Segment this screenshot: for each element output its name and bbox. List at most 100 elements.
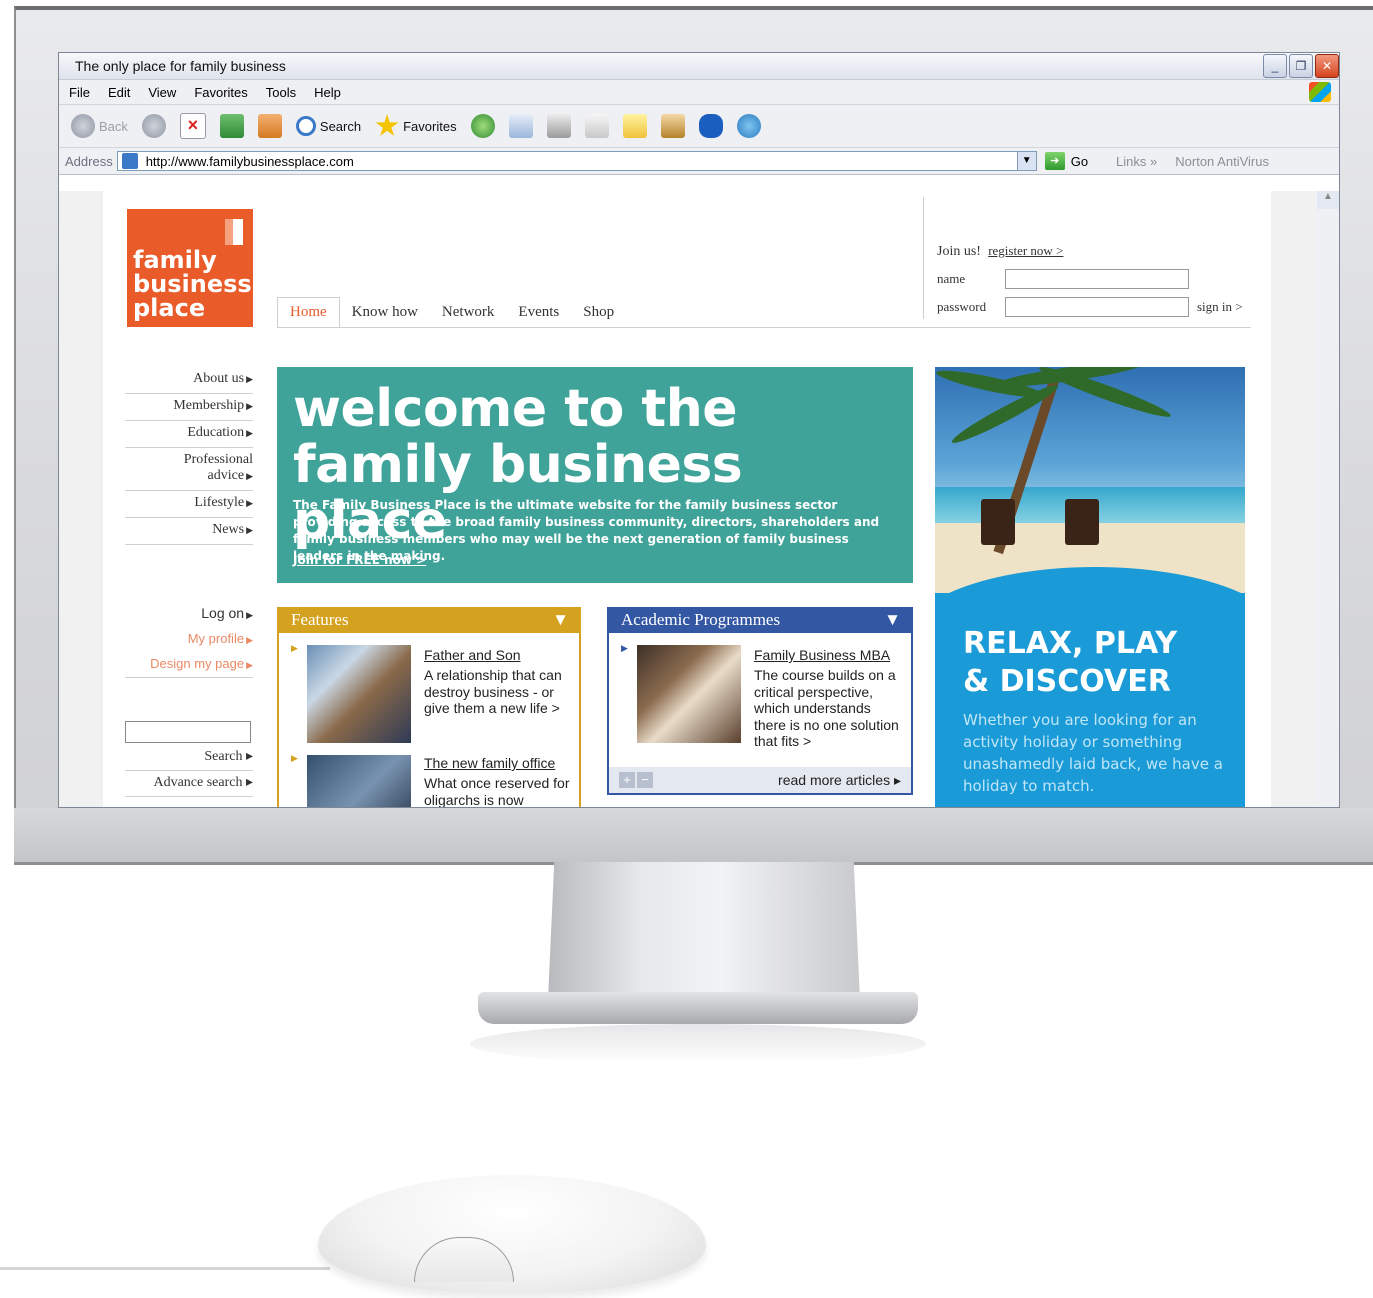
logo-word-business: business <box>133 270 252 298</box>
close-button[interactable]: ✕ <box>1315 54 1339 78</box>
signin-link[interactable]: sign in > <box>1197 299 1243 315</box>
logon-label: Log on <box>201 605 245 621</box>
logo-word-place: place <box>133 294 206 322</box>
logon-link[interactable]: Log on ▶ <box>125 601 253 627</box>
ad-description: Whether you are looking for an activity … <box>963 711 1223 795</box>
menu-bar: File Edit View Favorites Tools Help <box>59 80 1339 105</box>
back-button[interactable]: Back <box>71 114 128 138</box>
menu-view[interactable]: View <box>148 85 176 100</box>
favorites-star-icon <box>375 114 399 136</box>
search-button[interactable]: Search <box>295 116 362 136</box>
menu-help[interactable]: Help <box>314 85 341 100</box>
scroll-up-icon[interactable]: ▲ <box>1317 191 1339 209</box>
sidebar-item-education[interactable]: Education ▶ <box>125 421 253 448</box>
forward-button[interactable] <box>141 114 166 138</box>
bluetooth-button[interactable] <box>698 114 723 138</box>
go-button[interactable]: ➜ Go <box>1044 152 1088 170</box>
site-search-input[interactable] <box>125 721 251 743</box>
search-link[interactable]: Search ▸ <box>125 745 253 771</box>
name-input[interactable] <box>1005 269 1189 289</box>
refresh-button[interactable] <box>219 114 244 138</box>
minus-icon[interactable]: − <box>637 772 653 788</box>
nav-home[interactable]: Home <box>277 297 340 327</box>
arrow-right-icon: ▶ <box>246 498 253 508</box>
mouse-cable <box>0 1267 330 1270</box>
my-profile-link[interactable]: My profile ▶ <box>125 627 253 652</box>
collapse-triangle-icon[interactable]: ▼ <box>552 610 569 630</box>
menu-file[interactable]: File <box>69 85 90 100</box>
arrow-right-icon: ▶ <box>246 401 253 411</box>
favorites-button[interactable]: Favorites <box>375 114 457 138</box>
holiday-ad[interactable]: RELAX, PLAY & DISCOVER Whether you are l… <box>935 367 1245 807</box>
bullet-icon: ▶ <box>291 643 298 653</box>
article-title-family-office[interactable]: The new family office <box>424 755 555 771</box>
advanced-search-link[interactable]: Advance search ▸ <box>125 771 253 797</box>
sidebar-item-news[interactable]: News ▶ <box>125 518 253 545</box>
history-button[interactable] <box>470 114 495 138</box>
site-logo[interactable]: family business place <box>127 209 253 327</box>
back-icon <box>71 114 95 138</box>
edit-button[interactable] <box>584 114 609 138</box>
scrollbar[interactable]: ▲ <box>1317 191 1339 807</box>
sidebar-item-label: advice <box>207 468 245 483</box>
search-label: Search <box>319 118 362 134</box>
menu-favorites[interactable]: Favorites <box>194 85 247 100</box>
mail-button[interactable] <box>508 114 533 138</box>
arrow-right-icon: ▶ <box>246 635 253 645</box>
family-mba-image[interactable] <box>637 645 741 743</box>
mail-icon <box>508 114 533 138</box>
join-free-link[interactable]: Join for FREE now > <box>293 553 426 567</box>
stop-button[interactable] <box>179 113 206 139</box>
father-son-image[interactable] <box>307 645 411 743</box>
design-page-link[interactable]: Design my page ▶ <box>125 652 253 678</box>
my-profile-label: My profile <box>187 631 245 646</box>
register-link[interactable]: register now > <box>988 243 1063 258</box>
academic-footer: + − read more articles ▸ <box>609 767 911 793</box>
bullet-icon: ▶ <box>291 753 298 763</box>
forward-icon <box>141 114 166 138</box>
address-dropdown-icon[interactable]: ▼ <box>1016 152 1036 170</box>
read-more-link[interactable]: read more articles ▸ <box>778 772 901 789</box>
menu-tools[interactable]: Tools <box>266 85 296 100</box>
side-menu: About us ▶ Membership ▶ Education ▶ Profess… <box>125 367 253 545</box>
notes-icon <box>622 114 647 138</box>
article-text: What once reserved for oligarchs is now <box>424 775 570 808</box>
features-panel: Features ▼ ▶ Father and Son A relationsh… <box>277 607 581 808</box>
go-arrow-icon: ➜ <box>1044 152 1065 170</box>
sidebar-item-lifestyle[interactable]: Lifestyle ▶ <box>125 491 253 518</box>
menu-edit[interactable]: Edit <box>108 85 130 100</box>
plus-icon[interactable]: + <box>619 772 635 788</box>
logo-mark <box>233 219 243 245</box>
norton-antivirus[interactable]: Norton AntiVirus <box>1175 154 1269 169</box>
nav-know-how[interactable]: Know how <box>340 298 430 327</box>
links-toolbar[interactable]: Links » <box>1116 154 1157 169</box>
family-office-image[interactable] <box>307 755 411 807</box>
article-title-mba[interactable]: Family Business MBA <box>754 647 890 663</box>
minimize-button[interactable]: _ <box>1263 54 1287 78</box>
password-input[interactable] <box>1005 297 1189 317</box>
edit-icon <box>584 114 609 138</box>
notes-button[interactable] <box>622 114 647 138</box>
sidebar-item-label: Lifestyle <box>194 495 245 510</box>
sidebar-item-label: Membership <box>173 398 245 413</box>
back-label: Back <box>99 118 128 134</box>
restore-button[interactable]: ❐ <box>1289 54 1313 78</box>
deck-chair <box>1065 499 1099 545</box>
sidebar-item-about-us[interactable]: About us ▶ <box>125 367 253 394</box>
address-input[interactable]: http://www.familybusinessplace.com ▼ <box>116 151 1037 171</box>
features-header[interactable]: Features ▼ <box>277 607 581 633</box>
nav-events[interactable]: Events <box>506 298 571 327</box>
header-divider <box>923 197 924 319</box>
collapse-triangle-icon[interactable]: ▼ <box>884 610 901 630</box>
print-button[interactable] <box>546 114 571 138</box>
academic-header[interactable]: Academic Programmes ▼ <box>607 607 913 633</box>
nav-shop[interactable]: Shop <box>571 298 626 327</box>
contacts-button[interactable] <box>736 114 761 138</box>
messenger-button[interactable] <box>660 114 685 138</box>
sidebar-item-membership[interactable]: Membership ▶ <box>125 394 253 421</box>
title-bar: The only place for family business _ ❐ ✕ <box>59 53 1339 80</box>
sidebar-item-professional-advice[interactable]: Professional advice ▶ <box>125 448 253 491</box>
article-title-father-son[interactable]: Father and Son <box>424 647 521 663</box>
nav-network[interactable]: Network <box>430 298 507 327</box>
home-button[interactable] <box>257 114 282 138</box>
